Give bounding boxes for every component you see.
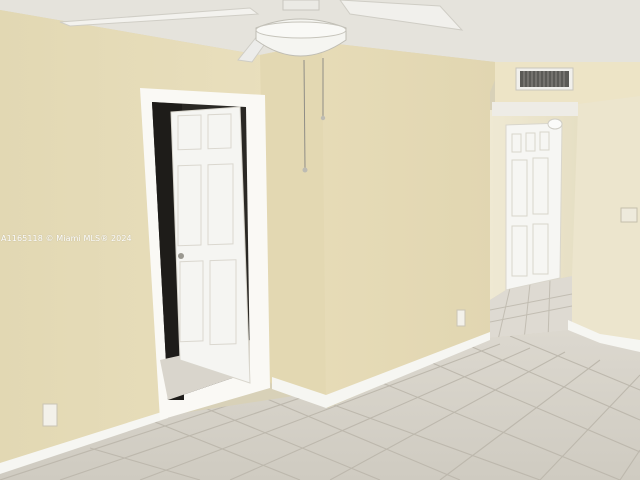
open-door — [170, 106, 251, 384]
hallway-light-icon — [547, 118, 563, 130]
hallway-ceiling — [492, 102, 578, 116]
wall-outlet-center — [456, 309, 466, 327]
door-knob-icon — [178, 253, 184, 259]
watermark-text: A1165118 © Miami MLS® 2024 — [1, 234, 132, 243]
light-switch — [620, 207, 638, 223]
room-photo: A1165118 © Miami MLS® 2024 — [0, 0, 640, 480]
ac-vent-icon — [515, 67, 574, 91]
wall-outlet-left — [42, 403, 58, 427]
right-pillar — [570, 96, 640, 350]
center-wall-left-face — [260, 44, 326, 408]
hallway-door — [505, 122, 563, 291]
